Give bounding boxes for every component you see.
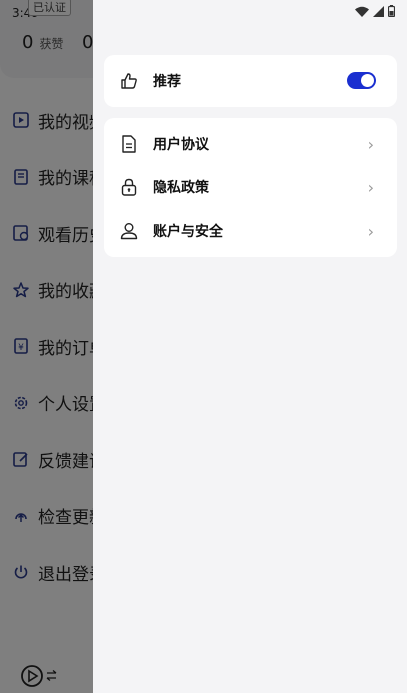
toggle-knob: [361, 74, 374, 87]
signal-icon: [373, 5, 384, 17]
thumb-up-icon: [119, 71, 139, 91]
lock-icon: [119, 177, 139, 197]
link-label: 账户与安全: [153, 224, 223, 240]
link-label: 用户协议: [153, 137, 209, 153]
settings-drawer: 推荐 用户协议 › 隐私政策 › 账户与安全 ›: [93, 0, 407, 693]
link-label: 隐私政策: [153, 180, 209, 196]
document-icon: [119, 134, 139, 154]
link-account-security[interactable]: 账户与安全 ›: [104, 220, 397, 242]
link-user-agreement[interactable]: 用户协议 ›: [104, 133, 397, 155]
chevron-right-icon: ›: [367, 221, 374, 241]
recommend-label: 推荐: [153, 74, 181, 90]
recommend-toggle[interactable]: [347, 72, 376, 89]
chevron-right-icon: ›: [367, 134, 374, 154]
recommend-card: 推荐: [104, 55, 397, 107]
battery-icon: [388, 5, 395, 17]
status-bar-icons: [355, 5, 395, 17]
chevron-right-icon: ›: [367, 177, 374, 197]
links-card: 用户协议 › 隐私政策 › 账户与安全 ›: [104, 118, 397, 257]
link-privacy-policy[interactable]: 隐私政策 ›: [104, 176, 397, 198]
user-icon: [119, 221, 139, 241]
wifi-icon: [355, 6, 369, 17]
